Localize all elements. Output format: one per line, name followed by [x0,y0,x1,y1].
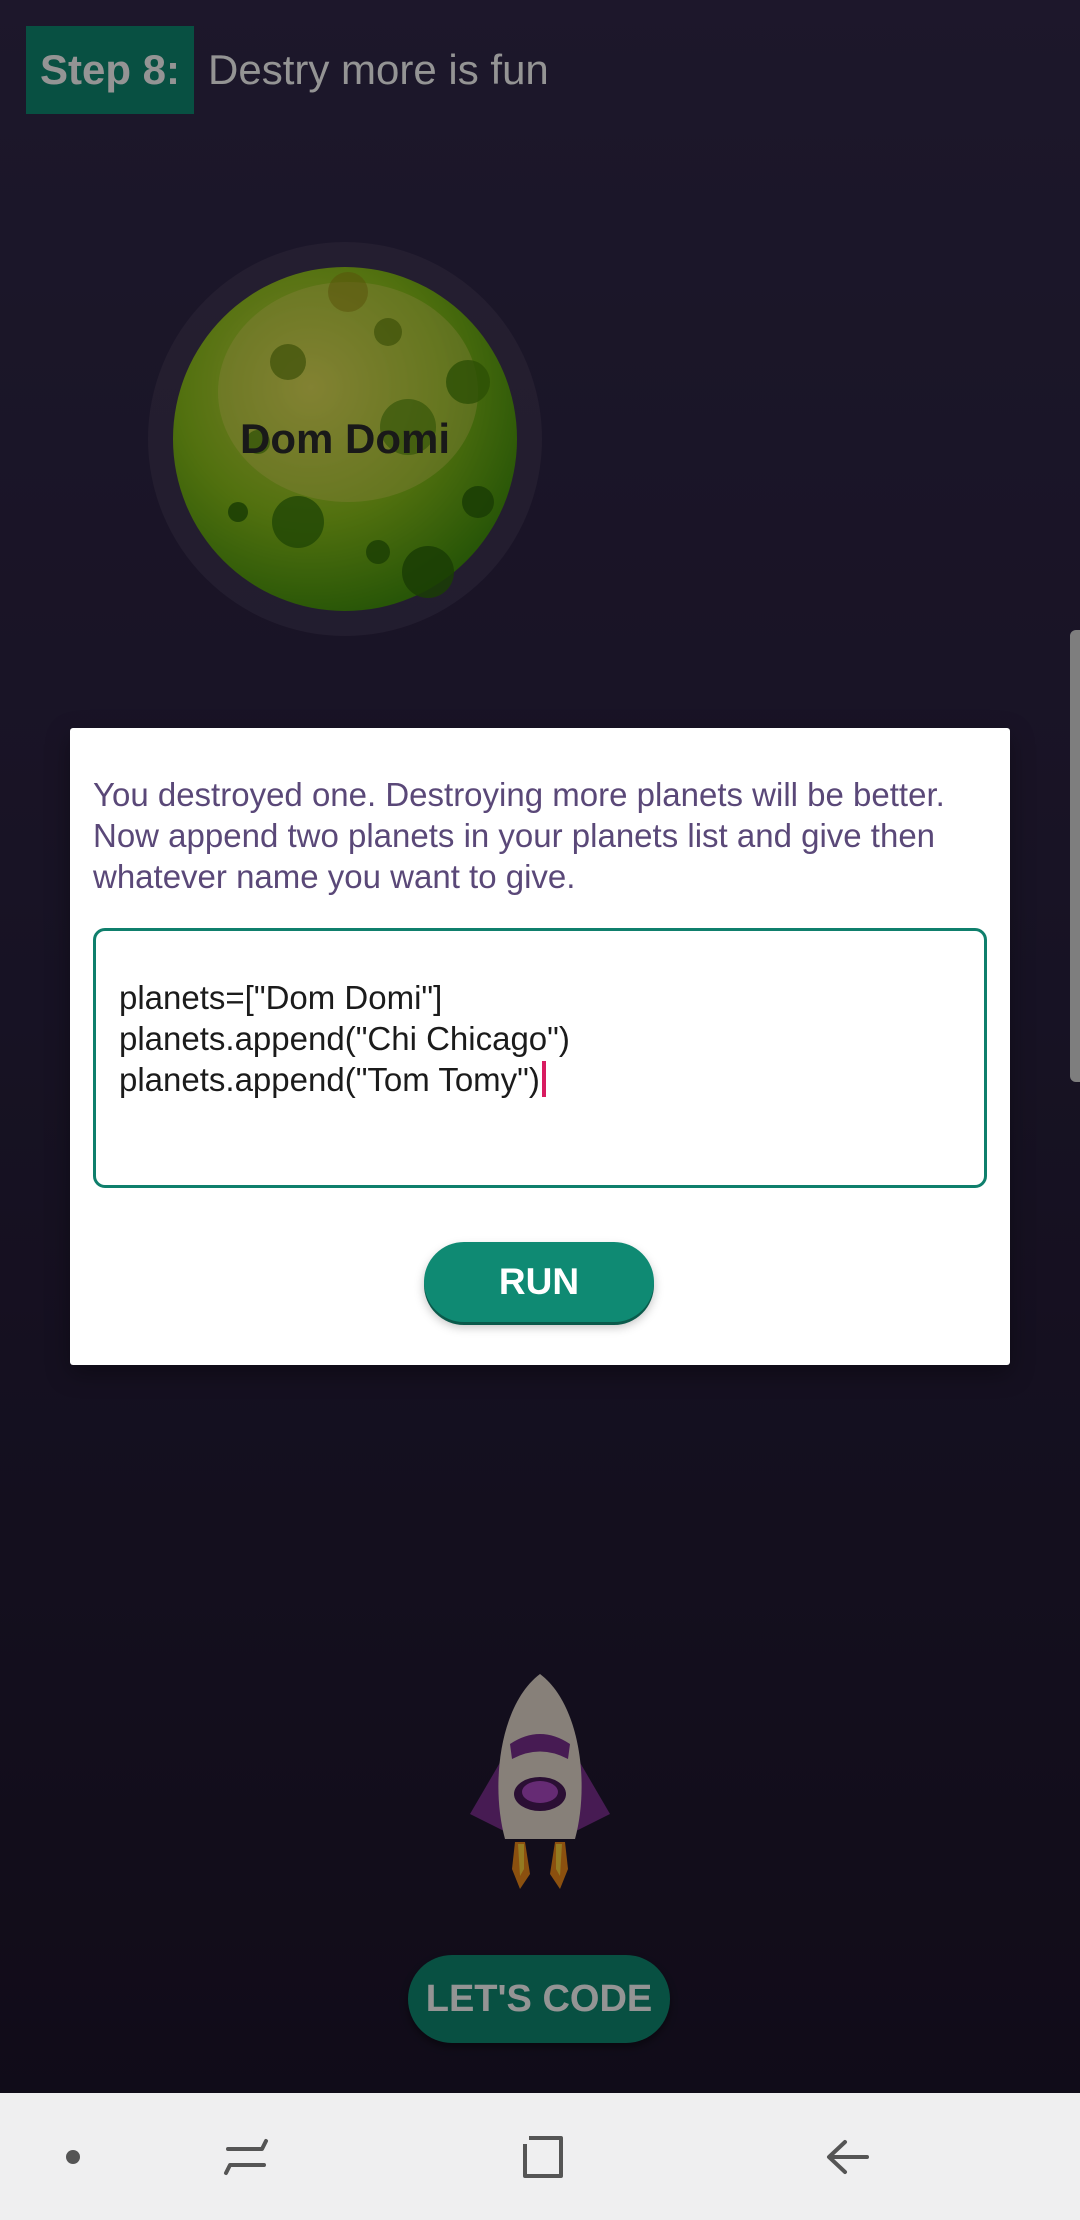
dialog-message: You destroyed one. Destroying more plane… [93,776,945,895]
dot-icon[interactable] [40,2093,106,2220]
text-cursor [541,1061,546,1097]
back-icon[interactable] [808,2093,888,2220]
app-screen: Step 8: Destry more is fun Dom Domi LET'… [0,0,1080,2220]
home-icon[interactable] [504,2093,584,2220]
code-dialog: You destroyed one. Destroying more plane… [70,728,1010,1365]
code-line-last: planets.append("Tom Tomy") [119,1059,984,1100]
code-input[interactable]: planets=["Dom Domi"] planets.append("Chi… [93,928,987,1188]
run-button[interactable]: RUN [424,1242,654,1322]
code-line: planets=["Dom Domi"] [119,979,443,1016]
system-nav-bar [0,2093,1080,2220]
code-line-text: planets.append("Tom Tomy") [119,1061,540,1098]
code-line: planets.append("Chi Chicago") [119,1020,570,1057]
recents-icon[interactable] [206,2093,286,2220]
